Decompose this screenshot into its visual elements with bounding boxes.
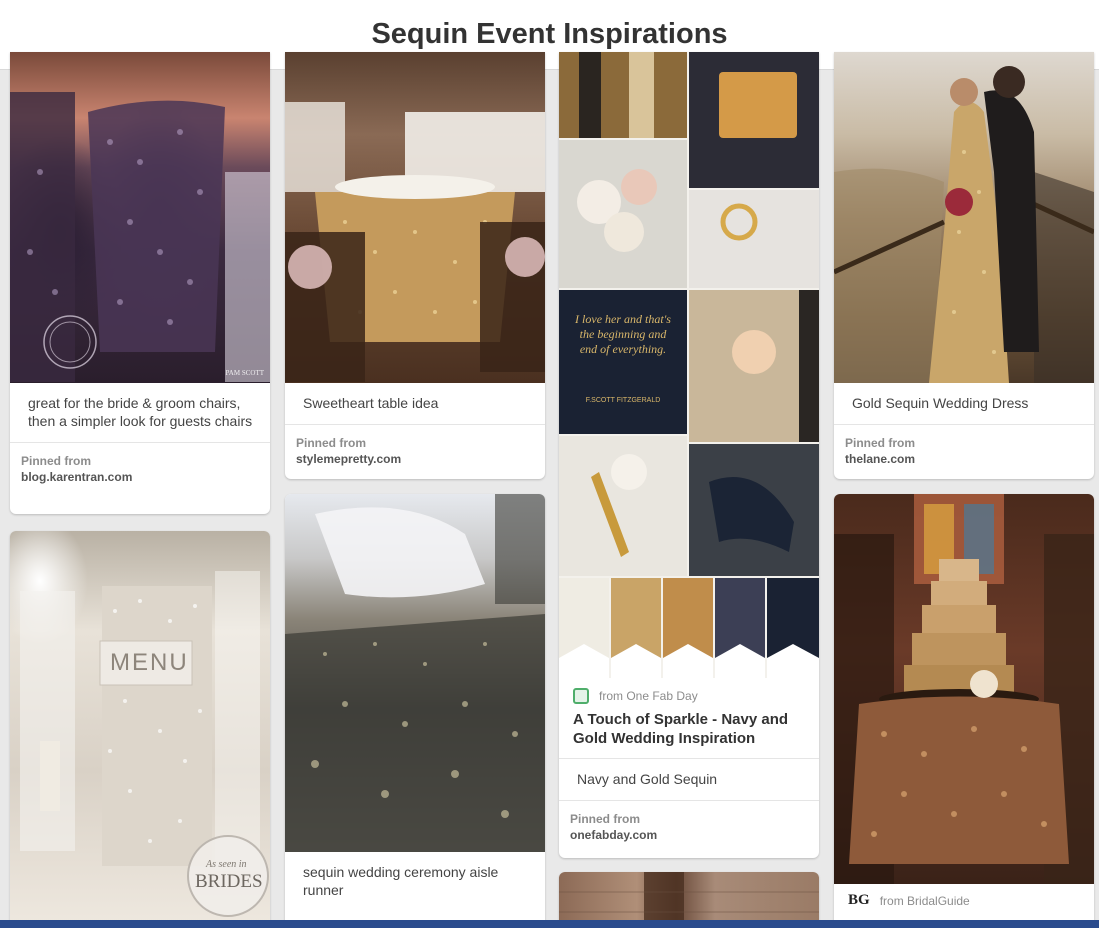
board-title: Sequin Event Inspirations: [371, 18, 728, 50]
pinned-from-label: Pinned from: [296, 436, 367, 450]
pinned-source-link[interactable]: thelane.com: [845, 451, 1083, 467]
pinned-from-label: Pinned from: [570, 812, 641, 826]
bottom-bar: [0, 920, 1099, 928]
pin-description: sequin wedding ceremony aisle runner: [303, 864, 499, 898]
pin-image[interactable]: [285, 52, 545, 383]
rich-pin-source[interactable]: BG from BridalGuide: [834, 884, 1094, 909]
onefabday-icon: [573, 688, 589, 704]
pin-card[interactable]: PAM SCOTT great for the bride & groom ch…: [10, 52, 270, 514]
pin-image[interactable]: I love her and that's the beginning and …: [559, 52, 819, 678]
collage-quote: I love her and that's the beginning and …: [575, 312, 671, 356]
sweetheart-table-graphic: [285, 102, 545, 382]
sequin-chairs-graphic: [10, 92, 270, 382]
pinned-source-link[interactable]: stylemepretty.com: [296, 451, 534, 467]
pin-card[interactable]: Gold Sequin Wedding Dress Pinned from th…: [834, 52, 1094, 479]
menu-text: MENU: [110, 649, 189, 676]
pinned-from[interactable]: Pinned from blog.karentran.com: [10, 442, 270, 497]
pin-image[interactable]: [834, 494, 1094, 884]
pin-image[interactable]: MENU As seen in BRIDES: [10, 531, 270, 928]
pin-card[interactable]: BG from BridalGuide: [834, 494, 1094, 928]
sequin-cake-graphic: [834, 494, 1094, 884]
rich-pin-source[interactable]: from One Fab Day: [559, 678, 819, 704]
pin-description: Navy and Gold Sequin: [559, 758, 819, 800]
pin-card[interactable]: sequin wedding ceremony aisle runner: [285, 494, 545, 928]
rich-pin-from-text[interactable]: from One Fab Day: [599, 689, 698, 703]
bridalguide-icon: BG: [848, 892, 870, 908]
rich-pin-title[interactable]: A Touch of Sparkle - Navy and Gold Weddi…: [559, 704, 819, 758]
pin-card[interactable]: Sweetheart table idea Pinned from stylem…: [285, 52, 545, 479]
pinned-from-label: Pinned from: [845, 436, 916, 450]
collage-graphic: [559, 52, 819, 678]
brides-badge-line1: As seen in: [206, 859, 247, 870]
pin-card[interactable]: I love her and that's the beginning and …: [559, 52, 819, 858]
pin-description: Sweetheart table idea: [303, 395, 439, 411]
collage-quote-author: F.SCOTT FITZGERALD: [585, 397, 661, 404]
aisle-runner-graphic: [285, 494, 545, 852]
pin-image[interactable]: [285, 494, 545, 852]
image-watermark: PAM SCOTT: [225, 369, 264, 377]
pin-description: great for the bride & groom chairs, then…: [28, 395, 253, 429]
pin-description: Gold Sequin Wedding Dress: [852, 395, 1029, 411]
pin-image[interactable]: PAM SCOTT: [10, 52, 270, 383]
wedding-dress-graphic: [834, 66, 1094, 383]
pinned-from[interactable]: Pinned from onefabday.com: [559, 800, 819, 855]
pinned-source-link[interactable]: onefabday.com: [570, 827, 808, 843]
pin-card[interactable]: MENU As seen in BRIDES: [10, 531, 270, 928]
pinned-source-link[interactable]: blog.karentran.com: [21, 469, 259, 485]
pinned-from[interactable]: Pinned from stylemepretty.com: [285, 424, 545, 479]
pinned-from-label: Pinned from: [21, 454, 92, 468]
brides-badge-line2: BRIDES: [195, 871, 263, 892]
pinned-from[interactable]: Pinned from thelane.com: [834, 424, 1094, 479]
pin-image[interactable]: [834, 52, 1094, 383]
rich-pin-from-text[interactable]: from BridalGuide: [880, 894, 970, 908]
